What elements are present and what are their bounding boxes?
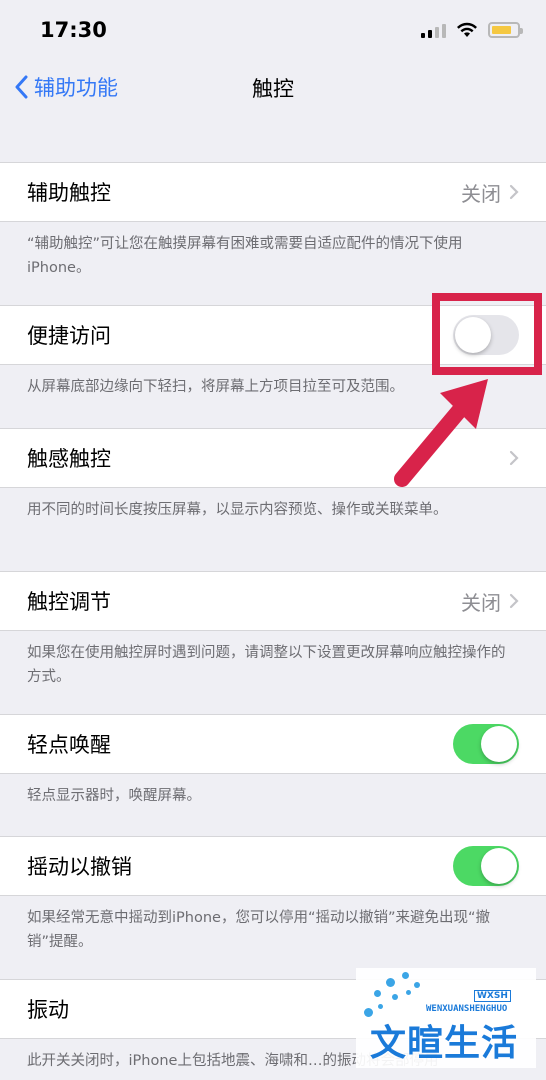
shake-to-undo-toggle[interactable] — [453, 846, 519, 886]
section-shake-to-undo: 摇动以撤销 如果经常无意中摇动到iPhone，您可以停用“摇动以撤销”来避免出现… — [0, 836, 546, 954]
annotation-arrow-icon — [394, 379, 488, 487]
reachability-label: 便捷访问 — [27, 324, 111, 348]
page-title: 触控 — [252, 77, 294, 101]
section-touch-accommodations: 触控调节 关闭 如果您在使用触控屏时遇到问题，请调整以下设置更改屏幕响应触控操作… — [0, 571, 546, 689]
status-bar: 17:30 — [0, 0, 546, 60]
highlight-box — [432, 293, 542, 375]
tap-to-wake-row: 轻点唤醒 — [0, 714, 546, 774]
chevron-right-icon — [509, 593, 519, 609]
watermark-latin: WENXUANSHENGHUO — [426, 1004, 508, 1014]
touch-accommodations-label: 触控调节 — [27, 590, 111, 614]
watermark-badge: WXSH — [474, 990, 511, 1002]
tap-to-wake-toggle[interactable] — [453, 724, 519, 764]
assistive-touch-value: 关闭 — [461, 181, 501, 206]
cellular-signal-icon — [421, 22, 446, 38]
haptic-touch-footer: 用不同的时间长度按压屏幕，以显示内容预览、操作或关联菜单。 — [27, 502, 448, 518]
watermark-logo: WXSH WENXUANSHENGHUO 文暄生活 — [356, 968, 536, 1068]
status-time: 17:30 — [40, 18, 107, 42]
touch-accommodations-row[interactable]: 触控调节 关闭 — [0, 571, 546, 631]
shake-to-undo-footer: 如果经常无意中摇动到iPhone，您可以停用“摇动以撤销”来避免出现“撤销”提醒… — [27, 910, 490, 950]
shake-to-undo-label: 摇动以撤销 — [27, 855, 132, 879]
toggle-knob — [481, 726, 517, 762]
touch-accommodations-value: 关闭 — [461, 590, 501, 615]
assistive-touch-label: 辅助触控 — [27, 181, 111, 205]
section-tap-to-wake: 轻点唤醒 轻点显示器时，唤醒屏幕。 — [0, 714, 546, 808]
status-icons — [421, 22, 523, 38]
touch-accommodations-footer: 如果您在使用触控屏时遇到问题，请调整以下设置更改屏幕响应触控操作的方式。 — [27, 645, 506, 685]
wifi-icon — [457, 22, 477, 37]
watermark-text: 文暄生活 — [370, 1022, 519, 1064]
chevron-right-icon — [509, 184, 519, 200]
toggle-knob — [481, 848, 517, 884]
battery-icon — [488, 22, 523, 38]
section-assistive-touch: 辅助触控 关闭 “辅助触控”可让您在触摸屏幕有困难或需要自适应配件的情况下使用i… — [0, 162, 546, 280]
assistive-touch-row[interactable]: 辅助触控 关闭 — [0, 162, 546, 222]
tap-to-wake-label: 轻点唤醒 — [27, 733, 111, 757]
chevron-right-icon — [509, 450, 519, 466]
assistive-touch-footer: “辅助触控”可让您在触摸屏幕有困难或需要自适应配件的情况下使用iPhone。 — [27, 236, 463, 276]
navigation-bar: 辅助功能 触控 — [0, 60, 546, 115]
shake-to-undo-row: 摇动以撤销 — [0, 836, 546, 896]
tap-to-wake-footer: 轻点显示器时，唤醒屏幕。 — [27, 788, 201, 804]
